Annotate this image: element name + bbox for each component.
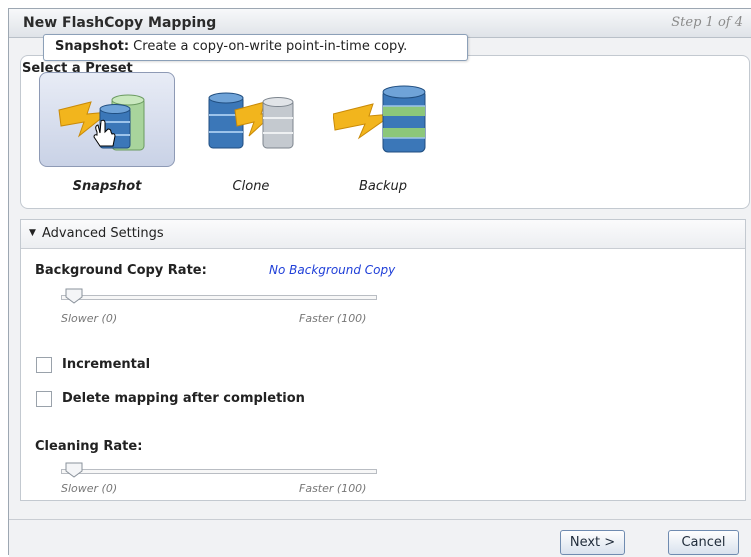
- cleaning-rate-label: Cleaning Rate:: [35, 439, 143, 454]
- delete-mapping-checkbox[interactable]: [36, 391, 52, 407]
- dialog-footer: Next > Cancel: [9, 519, 751, 557]
- slider-track[interactable]: [61, 469, 377, 474]
- incremental-label: Incremental: [62, 357, 151, 372]
- expand-triangle-icon[interactable]: ▼: [29, 228, 36, 238]
- slider-thumb[interactable]: [65, 288, 83, 304]
- cancel-button[interactable]: Cancel: [668, 530, 739, 555]
- backup-icon: [333, 85, 426, 153]
- clone-icon: [208, 92, 294, 149]
- advanced-settings-panel: ▼ Advanced Settings Background Copy Rate…: [20, 219, 746, 501]
- cleaning-rate-min-label: Slower (0): [61, 482, 118, 495]
- slider-thumb[interactable]: [65, 462, 83, 478]
- preset-label: Snapshot: [72, 179, 142, 194]
- background-copy-rate-label: Background Copy Rate:: [35, 263, 207, 278]
- background-copy-rate-value: No Background Copy: [269, 263, 396, 277]
- preset-snapshot[interactable]: Snapshot: [39, 72, 175, 194]
- slider-track[interactable]: [61, 295, 377, 300]
- dialog-title: New FlashCopy Mapping: [23, 15, 217, 31]
- step-indicator: Step 1 of 4: [671, 15, 743, 30]
- cleaning-rate-max-label: Faster (100): [299, 482, 367, 495]
- next-button[interactable]: Next >: [560, 530, 625, 555]
- delete-mapping-label: Delete mapping after completion: [62, 391, 305, 406]
- preset-tooltip: Snapshot: Create a copy-on-write point-i…: [43, 34, 468, 61]
- preset-label: Clone: [232, 179, 270, 194]
- background-copy-rate-slider[interactable]: [61, 288, 377, 310]
- cleaning-rate-slider[interactable]: [61, 462, 377, 484]
- advanced-settings-header[interactable]: ▼ Advanced Settings: [21, 220, 745, 249]
- incremental-checkbox[interactable]: [36, 357, 52, 373]
- preset-backup[interactable]: Backup: [315, 72, 451, 194]
- preset-clone[interactable]: Clone: [183, 72, 319, 194]
- advanced-settings-label: Advanced Settings: [42, 226, 164, 241]
- tooltip-label: Snapshot:: [55, 39, 130, 54]
- background-rate-max-label: Faster (100): [299, 312, 367, 325]
- background-rate-min-label: Slower (0): [61, 312, 118, 325]
- select-preset-title: Select a Preset: [22, 61, 133, 76]
- snapshot-icon: [58, 94, 145, 151]
- tooltip-text: Create a copy-on-write point-in-time cop…: [129, 39, 408, 54]
- preset-label: Backup: [358, 179, 408, 194]
